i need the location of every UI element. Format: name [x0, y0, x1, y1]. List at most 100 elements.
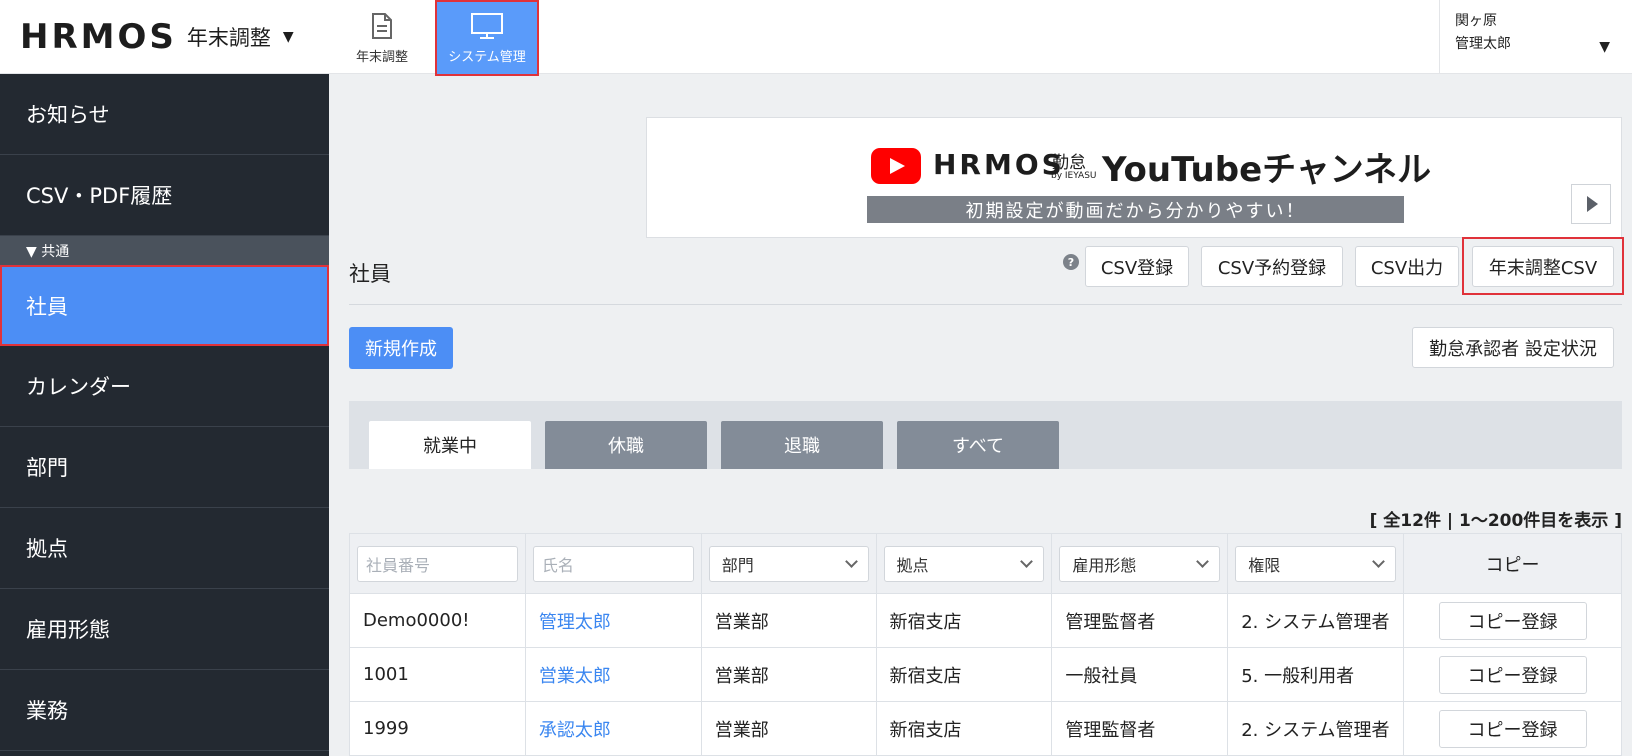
- caret-down-icon[interactable]: ▼: [283, 29, 294, 45]
- select-label: 拠点: [896, 555, 929, 575]
- copy-register-button[interactable]: コピー登録: [1438, 709, 1587, 748]
- chevron-down-icon: [844, 554, 858, 568]
- help-icon[interactable]: ?: [1063, 254, 1079, 270]
- cell-name: 承認太郎: [524, 701, 702, 756]
- filter-cell: 雇用形態: [1051, 533, 1229, 594]
- cell-base: 新宿支店: [875, 593, 1053, 648]
- department-select[interactable]: 部門: [708, 545, 869, 582]
- hrmos-logo: HRMOS: [20, 17, 177, 57]
- cell-employment: 管理監督者: [1051, 593, 1229, 648]
- new-create-button[interactable]: 新規作成: [349, 327, 453, 369]
- filter-cell: 部門: [700, 533, 877, 594]
- year-end-csv-button[interactable]: 年末調整CSV: [1472, 246, 1614, 287]
- cell-dept: 営業部: [700, 701, 877, 756]
- cell-dept: 営業部: [700, 647, 877, 702]
- copy-register-button[interactable]: コピー登録: [1438, 655, 1587, 694]
- copy-register-button[interactable]: コピー登録: [1438, 601, 1587, 640]
- table-row: Demo0000! 管理太郎 営業部 新宿支店 管理監督者 2. システム管理者…: [349, 593, 1622, 648]
- nav-tab-system-admin[interactable]: システム管理: [435, 0, 539, 76]
- sidebar-item-news[interactable]: お知らせ: [0, 74, 329, 155]
- cell-base: 新宿支店: [875, 647, 1053, 702]
- cell-role: 5. 一般利用者: [1227, 647, 1405, 702]
- cell-name: 管理太郎: [524, 593, 702, 648]
- filter-cell: 権限: [1227, 533, 1405, 594]
- banner-youtube-title: YouTubeチャンネル: [1102, 150, 1432, 190]
- employee-table: 社員番号 氏名 部門 拠点 雇用形態 権限 コピー Demo0000! 管理太郎…: [349, 533, 1622, 756]
- brand-switcher[interactable]: HRMOS 年末調整 ▼: [0, 0, 329, 74]
- approver-status-button[interactable]: 勤怠承認者 設定状況: [1412, 327, 1614, 368]
- csv-scheduled-import-button[interactable]: CSV予約登録: [1201, 246, 1343, 287]
- divider: [349, 304, 1622, 305]
- banner-by: by IEYASU: [1051, 171, 1097, 181]
- base-select[interactable]: 拠点: [883, 545, 1045, 582]
- user-org: 関ヶ原: [1455, 13, 1497, 29]
- filter-cell: 社員番号: [349, 533, 526, 594]
- banner-logo: HRMOS: [933, 148, 1065, 181]
- cell-copy: コピー登録: [1403, 593, 1622, 648]
- employee-name-link[interactable]: 承認太郎: [539, 720, 611, 741]
- cell-copy: コピー登録: [1403, 647, 1622, 702]
- chevron-down-icon: [1372, 554, 1385, 568]
- filter-cell: 氏名: [524, 533, 702, 594]
- select-label: 雇用形態: [1072, 555, 1137, 575]
- tab-all[interactable]: すべて: [897, 421, 1059, 469]
- filter-cell: 拠点: [875, 533, 1053, 594]
- sidebar-item-employment-types[interactable]: 雇用形態: [0, 589, 329, 670]
- sidebar-item-employees[interactable]: 社員: [0, 265, 329, 346]
- cell-role: 2. システム管理者: [1227, 593, 1405, 648]
- monitor-icon: [471, 12, 503, 39]
- cell-employee-no: Demo0000!: [349, 593, 526, 648]
- sidebar-item-bases[interactable]: 拠点: [0, 508, 329, 589]
- filter-row: 社員番号 氏名 部門 拠点 雇用形態 権限 コピー: [349, 533, 1622, 594]
- tab-on-leave[interactable]: 休職: [545, 421, 707, 469]
- status-tabs: 就業中 休職 退職 すべて: [349, 401, 1622, 469]
- sidebar-item-departments[interactable]: 部門: [0, 427, 329, 508]
- banner-next-arrow-icon[interactable]: [1571, 184, 1611, 224]
- employee-name-link[interactable]: 営業太郎: [539, 666, 611, 687]
- csv-export-button[interactable]: CSV出力: [1355, 246, 1459, 287]
- tab-employed[interactable]: 就業中: [369, 421, 531, 469]
- page-title: 社員: [349, 262, 391, 286]
- select-label: 権限: [1248, 555, 1281, 575]
- user-menu[interactable]: 関ヶ原 管理太郎 ▼: [1439, 0, 1632, 74]
- nav-tab-label: 年末調整: [355, 49, 408, 65]
- cell-employee-no: 1999: [349, 701, 526, 756]
- cell-dept: 営業部: [700, 593, 877, 648]
- sidebar-item-calendar[interactable]: カレンダー: [0, 346, 329, 427]
- cell-base: 新宿支店: [875, 701, 1053, 756]
- youtube-play-icon: [871, 148, 921, 184]
- banner-subtitle: 初期設定が動画だから分かりやすい！: [867, 196, 1404, 223]
- employee-number-filter[interactable]: 社員番号: [357, 545, 518, 582]
- cell-employment: 管理監督者: [1051, 701, 1229, 756]
- employment-type-select[interactable]: 雇用形態: [1059, 545, 1221, 582]
- caret-down-icon[interactable]: ▼: [1599, 36, 1610, 59]
- document-icon: [372, 12, 392, 39]
- top-header: HRMOS 年末調整 ▼ 年末調整 システム管理 関ヶ原 管理太郎 ▼: [0, 0, 1632, 76]
- csv-import-button[interactable]: CSV登録: [1085, 246, 1189, 287]
- main-content: HRMOS 勤怠 by IEYASU YouTubeチャンネル 初期設定が動画だ…: [329, 74, 1632, 756]
- role-select[interactable]: 権限: [1235, 545, 1397, 582]
- banner-kintai: 勤怠: [1052, 153, 1086, 173]
- select-label: 部門: [721, 555, 754, 575]
- result-count: [ 全12件 | 1〜200件目を表示 ]: [1369, 511, 1622, 531]
- table-row: 1001 営業太郎 営業部 新宿支店 一般社員 5. 一般利用者 コピー登録: [349, 647, 1622, 702]
- cell-employee-no: 1001: [349, 647, 526, 702]
- nav-tab-year-end[interactable]: 年末調整: [330, 0, 434, 76]
- table-row: 1999 承認太郎 営業部 新宿支店 管理監督者 2. システム管理者 コピー登…: [349, 701, 1622, 756]
- sidebar: お知らせ CSV・PDF履歴 ▼ 共通 社員 カレンダー 部門 拠点 雇用形態 …: [0, 74, 329, 756]
- sidebar-section-common[interactable]: ▼ 共通: [0, 236, 329, 265]
- cell-copy: コピー登録: [1403, 701, 1622, 756]
- sidebar-item-tasks[interactable]: 業務: [0, 670, 329, 751]
- tab-retired[interactable]: 退職: [721, 421, 883, 469]
- cell-role: 2. システム管理者: [1227, 701, 1405, 756]
- employee-name-link[interactable]: 管理太郎: [539, 612, 611, 633]
- youtube-banner[interactable]: HRMOS 勤怠 by IEYASU YouTubeチャンネル 初期設定が動画だ…: [646, 117, 1622, 238]
- chevron-down-icon: [1196, 554, 1210, 568]
- sidebar-item-csv-pdf-history[interactable]: CSV・PDF履歴: [0, 155, 329, 236]
- cell-employment: 一般社員: [1051, 647, 1229, 702]
- chevron-down-icon: [1020, 554, 1034, 568]
- product-name: 年末調整: [186, 26, 271, 50]
- copy-column-header: コピー: [1403, 533, 1622, 594]
- nav-tab-label: システム管理: [448, 49, 526, 65]
- name-filter[interactable]: 氏名: [532, 545, 694, 582]
